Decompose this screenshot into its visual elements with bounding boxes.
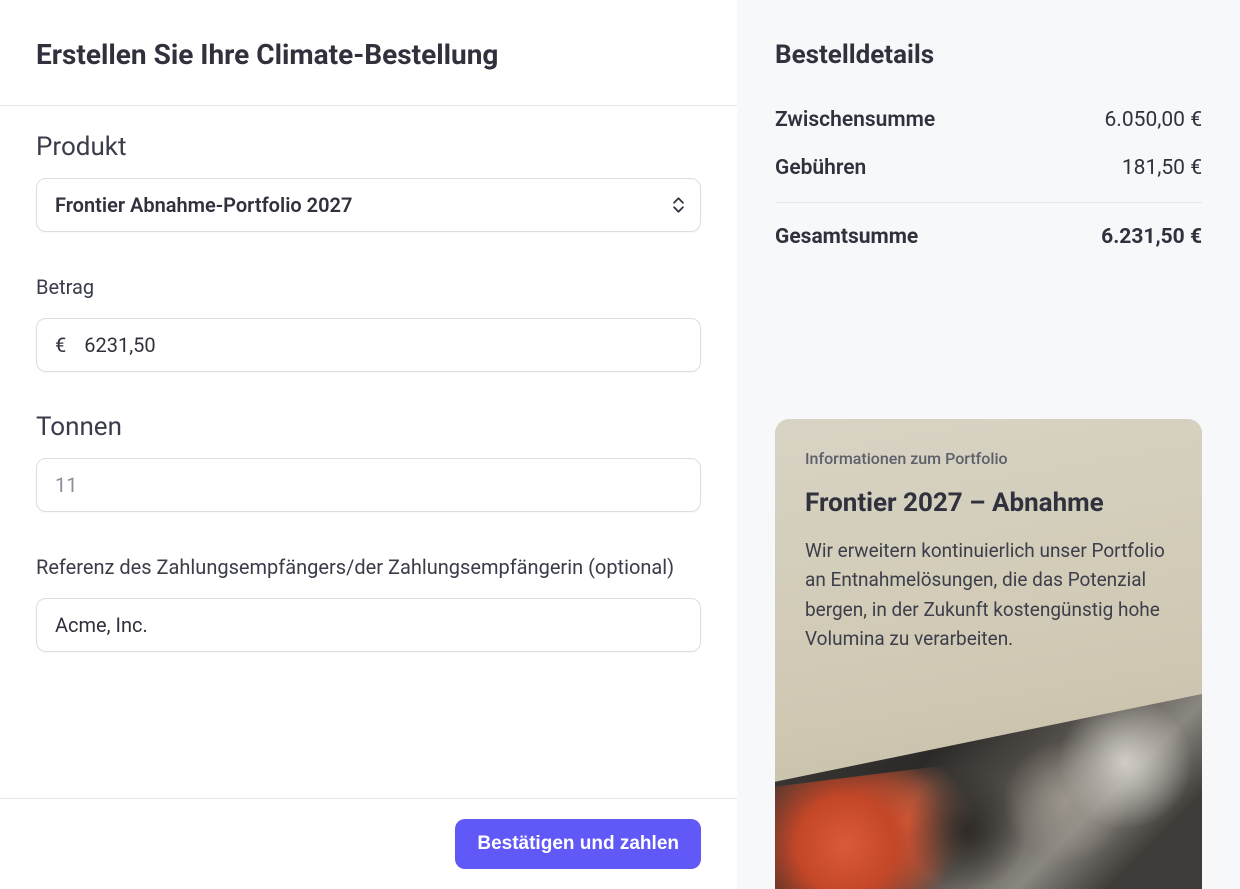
tons-input-wrap[interactable]: [36, 458, 701, 512]
amount-label: Betrag: [36, 272, 701, 302]
fees-label: Gebühren: [775, 156, 866, 180]
portfolio-card: Informationen zum Portfolio Frontier 202…: [775, 419, 1202, 889]
product-label: Produkt: [36, 132, 701, 162]
reference-input[interactable]: [37, 599, 700, 651]
portfolio-description: Wir erweitern kontinuierlich unser Portf…: [805, 536, 1172, 654]
tons-input[interactable]: [37, 459, 700, 511]
total-row: Gesamtsumme 6.231,50 €: [775, 213, 1202, 261]
portfolio-title: Frontier 2027 – Abnahme: [805, 488, 1172, 518]
product-select-value[interactable]: Frontier Abnahme-Portfolio 2027: [37, 193, 700, 217]
portfolio-eyebrow: Informationen zum Portfolio: [805, 449, 1172, 468]
order-form: Produkt Frontier Abnahme-Portfolio 2027 …: [0, 106, 737, 798]
subtotal-row: Zwischensumme 6.050,00 €: [775, 96, 1202, 144]
total-label: Gesamtsumme: [775, 225, 918, 249]
fees-value: 181,50 €: [1122, 156, 1202, 180]
total-value: 6.231,50 €: [1101, 225, 1202, 249]
amount-section: Betrag €: [36, 272, 701, 372]
portfolio-illustration: [775, 694, 1202, 889]
tons-label: Tonnen: [36, 412, 701, 442]
product-select[interactable]: Frontier Abnahme-Portfolio 2027: [36, 178, 701, 232]
fees-row: Gebühren 181,50 €: [775, 144, 1202, 192]
reference-label: Referenz des Zahlungsempfängers/der Zahl…: [36, 552, 701, 582]
amount-input-wrap[interactable]: €: [36, 318, 701, 372]
reference-section: Referenz des Zahlungsempfängers/der Zahl…: [36, 552, 701, 652]
order-details-title: Bestelldetails: [775, 40, 1202, 70]
page-title: Erstellen Sie Ihre Climate-Bestellung: [0, 0, 737, 105]
reference-input-wrap[interactable]: [36, 598, 701, 652]
tons-section: Tonnen: [36, 412, 701, 512]
confirm-pay-button[interactable]: Bestätigen und zahlen: [455, 819, 701, 869]
details-separator: [775, 202, 1202, 203]
subtotal-label: Zwischensumme: [775, 108, 935, 132]
amount-input[interactable]: [66, 319, 700, 371]
subtotal-value: 6.050,00 €: [1105, 108, 1203, 132]
product-section: Produkt Frontier Abnahme-Portfolio 2027: [36, 132, 701, 232]
currency-symbol: €: [37, 333, 66, 357]
button-bar: Bestätigen und zahlen: [0, 798, 737, 889]
order-sidebar: Bestelldetails Zwischensumme 6.050,00 € …: [737, 0, 1240, 889]
main-panel: Erstellen Sie Ihre Climate-Bestellung Pr…: [0, 0, 737, 889]
